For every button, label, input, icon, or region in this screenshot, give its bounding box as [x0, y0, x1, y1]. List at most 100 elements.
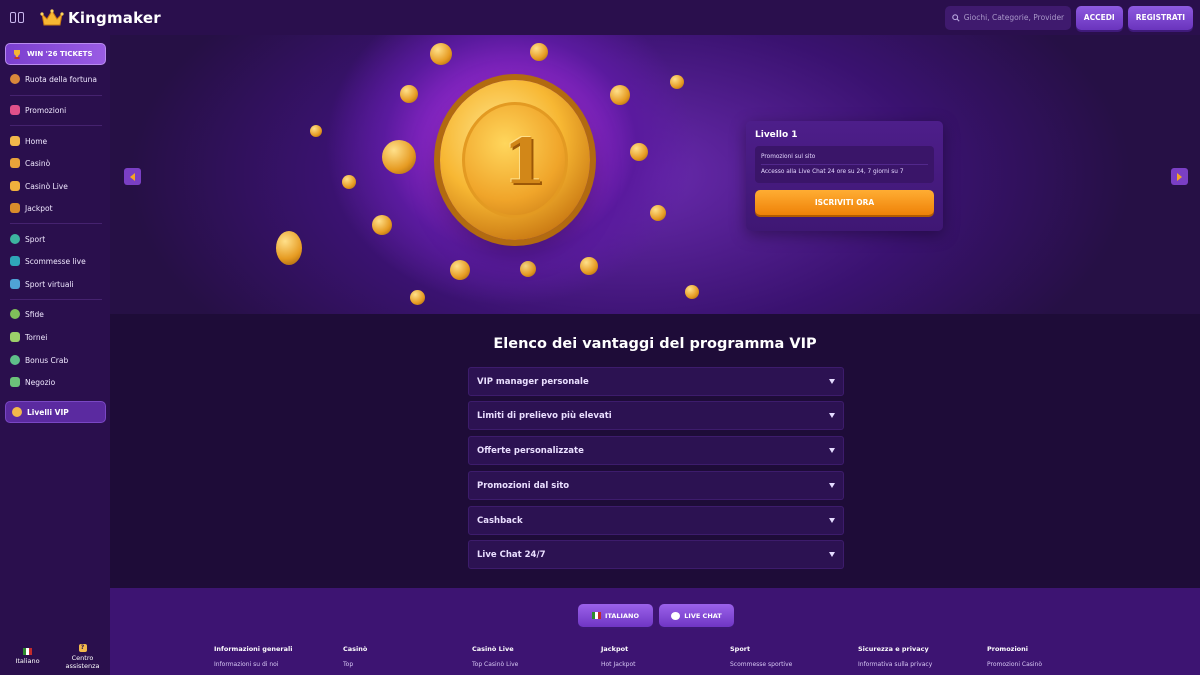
sidebar-item-label: Tornei	[25, 332, 48, 342]
sidebar-item-challenges[interactable]: Sfide	[10, 309, 44, 319]
section-title: Elenco dei vantaggi del programma VIP	[493, 336, 817, 352]
accordion-label: Cashback	[477, 515, 523, 526]
logo[interactable]: Kingmaker	[40, 8, 161, 28]
sidebar-item-label: Sport	[25, 234, 46, 244]
promo-banner-label: WIN '26 TICKETS	[27, 50, 93, 58]
footer-heading: Informazioni generali	[214, 645, 293, 653]
sidebar-item-tournaments[interactable]: Tornei	[10, 332, 47, 342]
italy-flag-icon	[592, 612, 602, 619]
footer: ITALIANO LIVE CHAT Informazioni generali…	[110, 588, 1200, 675]
footer-link[interactable]: Informazioni su di noi	[214, 661, 292, 668]
sidebar-item-casino[interactable]: Casinò	[10, 158, 50, 168]
sidebar-item-label: Scommesse live	[25, 256, 86, 266]
hero-banner: 1 Livello 1 Promozioni sul sito Accesso …	[110, 35, 1200, 314]
footer-column-security-privacy: Sicurezza e privacy Informativa sulla pr…	[858, 645, 932, 668]
hero-next-button[interactable]	[1171, 168, 1188, 185]
chevron-down-icon	[829, 413, 835, 418]
sidebar-footer: Italiano ? Centro assistenza	[0, 638, 110, 675]
sidebar-item-sport[interactable]: Sport	[10, 234, 45, 244]
coin-number: 1	[503, 125, 547, 198]
sidebar-item-label: Jackpot	[25, 203, 53, 213]
sidebar-item-live-bet[interactable]: Scommesse live	[10, 256, 86, 266]
help-center-link[interactable]: ? Centro assistenza	[55, 638, 110, 675]
italy-flag-icon	[23, 648, 32, 655]
sidebar-item-home[interactable]: Home	[10, 136, 47, 146]
language-button-label: ITALIANO	[605, 611, 639, 620]
divider	[10, 223, 102, 224]
promo-banner-win-tickets[interactable]: WIN '26 TICKETS	[5, 43, 106, 65]
vip-level-card: Livello 1 Promozioni sul sito Accesso al…	[746, 121, 943, 231]
coin-icon	[400, 85, 418, 103]
login-button[interactable]: ACCEDI	[1075, 5, 1123, 30]
accordion-item-site-promotions[interactable]: Promozioni dal sito	[468, 471, 844, 500]
crown-icon	[40, 8, 64, 25]
footer-link[interactable]: Top	[343, 661, 367, 668]
accordion-item-personal-offers[interactable]: Offerte personalizzate	[468, 436, 844, 465]
chevron-down-icon	[829, 518, 835, 523]
coin-icon	[276, 231, 302, 265]
register-button[interactable]: REGISTRATI	[1127, 5, 1193, 30]
language-selector[interactable]: Italiano	[0, 638, 55, 675]
live-bet-icon	[10, 256, 20, 266]
sidebar-item-virtual-sport[interactable]: Sport virtuali	[10, 279, 74, 289]
footer-column-promotions: Promozioni Promozioni Casinò	[987, 645, 1042, 668]
sidebar-item-vip-levels[interactable]: Livelli VIP	[5, 401, 106, 423]
hero-prev-button[interactable]	[124, 168, 141, 185]
chat-icon	[671, 611, 681, 620]
sidebar-item-promotions[interactable]: Promozioni	[10, 105, 66, 115]
casino-icon	[10, 158, 20, 168]
sidebar-item-shop[interactable]: Negozio	[10, 377, 55, 387]
live-chat-button[interactable]: LIVE CHAT	[659, 604, 734, 627]
divider	[10, 299, 102, 300]
accordion-item-live-chat[interactable]: Live Chat 24/7	[468, 540, 844, 569]
footer-link[interactable]: Promozioni Casinò	[987, 661, 1042, 668]
sidebar-item-label: Sport virtuali	[25, 279, 74, 289]
accordion-item-vip-manager[interactable]: VIP manager personale	[468, 367, 844, 396]
gift-icon	[10, 105, 20, 115]
sidebar-item-bonus-crab[interactable]: Bonus Crab	[10, 355, 68, 365]
coin-icon	[520, 261, 536, 277]
home-icon	[10, 136, 20, 146]
footer-heading: Casinò	[343, 645, 368, 653]
language-button[interactable]: ITALIANO	[578, 604, 653, 627]
level-title: Livello 1	[755, 130, 798, 140]
search-icon	[952, 13, 960, 22]
footer-column-casino: Casinò Top	[343, 645, 367, 668]
signup-now-button[interactable]: ISCRIVITI ORA	[755, 190, 934, 215]
level-benefit-item: Accesso alla Live Chat 24 ore su 24, 7 g…	[761, 164, 928, 179]
help-label: Centro assistenza	[65, 653, 100, 670]
sidebar-item-wheel[interactable]: Ruota della fortuna	[10, 74, 97, 84]
sidebar-item-label: Promozioni	[25, 105, 67, 115]
footer-heading: Casinò Live	[472, 645, 514, 653]
jackpot-icon	[10, 203, 20, 213]
accordion-item-withdrawal-limits[interactable]: Limiti di prelievo più elevati	[468, 401, 844, 430]
sidebar-item-jackpot[interactable]: Jackpot	[10, 203, 53, 213]
accordion-label: VIP manager personale	[477, 376, 589, 387]
footer-link[interactable]: Scommesse sportive	[730, 661, 792, 668]
coin-icon	[430, 43, 452, 65]
footer-link[interactable]: Hot Jackpot	[601, 661, 636, 668]
shop-icon	[10, 377, 20, 387]
footer-heading: Sicurezza e privacy	[858, 645, 929, 653]
brand-name: Kingmaker	[68, 8, 161, 27]
top-bar: Kingmaker ACCEDI REGISTRATI	[0, 0, 1200, 35]
vip-benefits-section: Elenco dei vantaggi del programma VIP VI…	[110, 314, 1200, 588]
level-benefits-list: Promozioni sul sito Accesso alla Live Ch…	[755, 146, 934, 183]
coin-icon	[530, 43, 548, 61]
chevron-down-icon	[829, 448, 835, 453]
arrow-right-icon	[1177, 172, 1182, 181]
live-casino-icon	[10, 181, 20, 191]
divider	[10, 95, 102, 96]
search-box[interactable]	[944, 5, 1071, 30]
search-input[interactable]	[963, 13, 1069, 22]
level-benefit-item: Promozioni sul sito	[761, 154, 816, 160]
footer-link[interactable]: Informativa sulla privacy	[858, 661, 932, 668]
sidebar-item-live-casino[interactable]: Casinò Live	[10, 181, 68, 191]
footer-column-general-info: Informazioni generali Informazioni su di…	[214, 645, 292, 668]
sidebar-toggle-icon[interactable]	[10, 11, 24, 24]
trophy-icon	[14, 49, 20, 59]
footer-link[interactable]: Top Casinò Live	[472, 661, 518, 668]
accordion-item-cashback[interactable]: Cashback	[468, 506, 844, 535]
accordion-label: Live Chat 24/7	[477, 549, 546, 560]
live-chat-label: LIVE CHAT	[684, 611, 722, 620]
